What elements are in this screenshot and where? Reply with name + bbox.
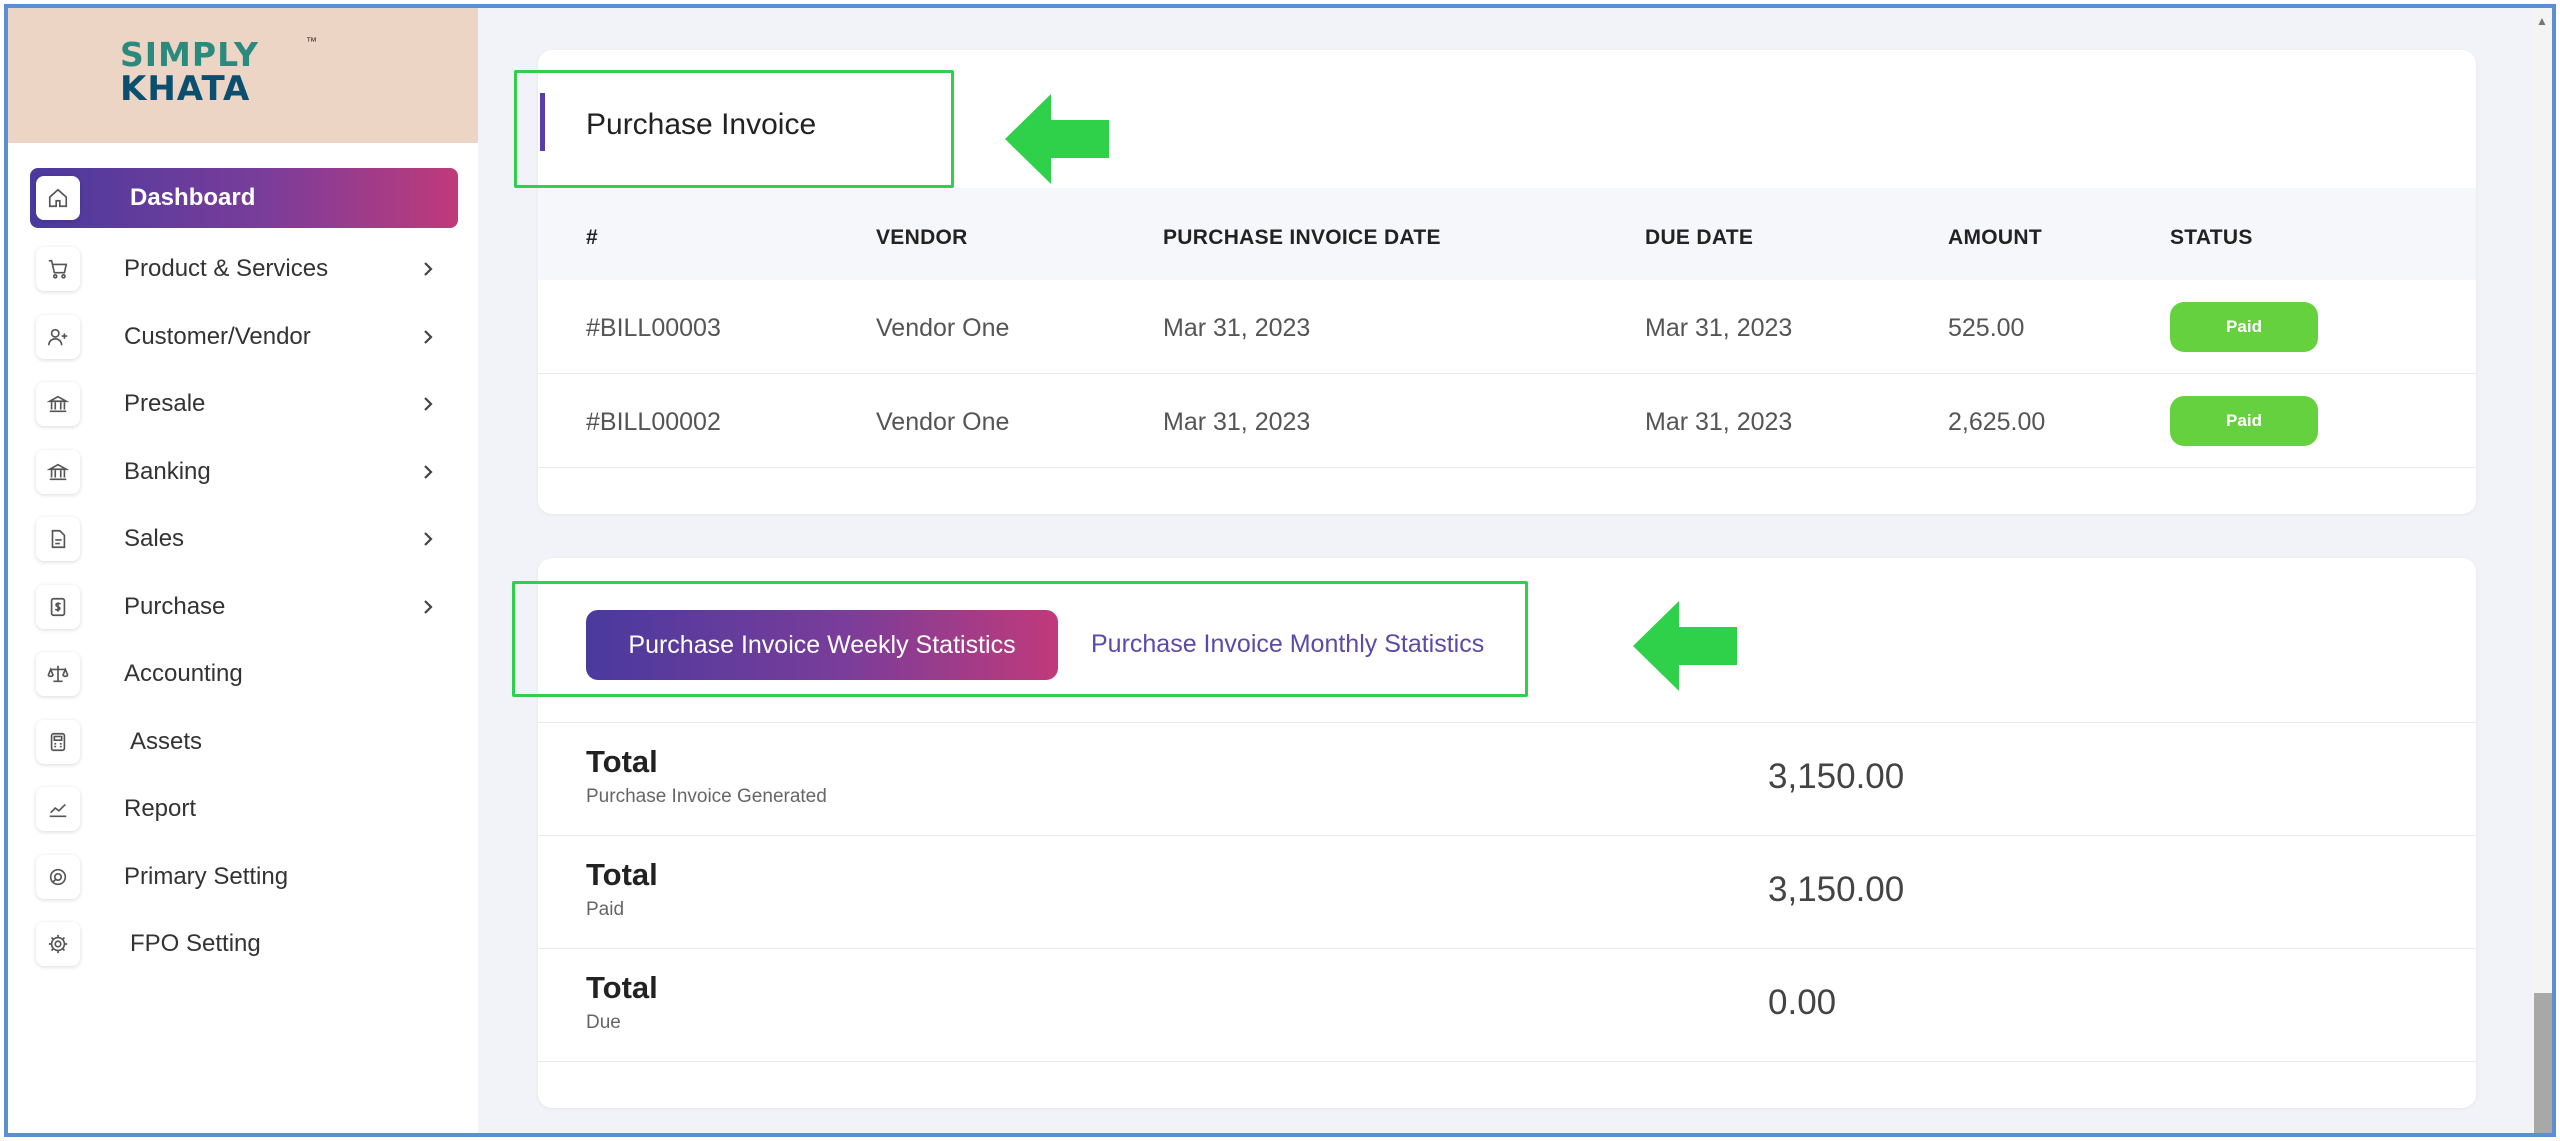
- vertical-scrollbar[interactable]: ▲: [2532, 8, 2552, 1133]
- due-date: Mar 31, 2023: [1645, 408, 1793, 436]
- column-header: #: [586, 226, 598, 249]
- sidebar-nav: Dashboard Product & Services Customer/Ve…: [30, 168, 458, 978]
- highlight-box-title: [514, 70, 954, 188]
- invoice-date: Mar 31, 2023: [1163, 408, 1311, 436]
- table-row[interactable]: #BILL00003 Vendor One Mar 31, 2023 Mar 3…: [538, 280, 2476, 374]
- sidebar-item-label: Sales: [124, 525, 185, 553]
- chevron-right-icon: [424, 532, 433, 547]
- calculator-icon: [36, 719, 80, 764]
- chevron-right-icon: [424, 262, 433, 277]
- sidebar-item-label: Accounting: [124, 660, 243, 688]
- sidebar-item-product-services[interactable]: Product & Services: [30, 236, 458, 304]
- green-arrow-left-icon: [1005, 94, 1109, 184]
- sidebar-item-primary-setting[interactable]: Primary Setting: [30, 843, 458, 911]
- scrollbar-thumb[interactable]: [2534, 993, 2552, 1133]
- sidebar: SIMPLY KHATA ™ Dashboard Product & Servi…: [8, 8, 478, 1133]
- logo-line-2: KHATA: [120, 69, 251, 109]
- bank-icon: [36, 449, 80, 494]
- highlight-box-tabs: [512, 581, 1528, 697]
- stat-label: Total: [586, 970, 658, 1005]
- stat-row-generated: Total Purchase Invoice Generated 3,150.0…: [538, 722, 2476, 835]
- logo-line-1: SIMPLY: [120, 35, 259, 74]
- sidebar-item-accounting[interactable]: Accounting: [30, 641, 458, 709]
- sidebar-item-label: Banking: [124, 457, 211, 485]
- stat-label: Total: [586, 744, 658, 779]
- sidebar-item-label: Assets: [130, 727, 203, 755]
- simply-khata-logo[interactable]: SIMPLY KHATA ™: [120, 35, 317, 118]
- column-header: STATUS: [2170, 226, 2253, 249]
- logo-area: SIMPLY KHATA ™: [8, 8, 478, 143]
- sidebar-item-customer-vendor[interactable]: Customer/Vendor: [30, 303, 458, 371]
- sidebar-item-label: Product & Services: [124, 255, 329, 283]
- sidebar-item-label: Primary Setting: [124, 862, 289, 890]
- invoice-id[interactable]: #BILL00002: [586, 408, 721, 437]
- chart-line-icon: [36, 787, 80, 832]
- column-header: AMOUNT: [1948, 226, 2042, 249]
- sidebar-item-assets[interactable]: Assets: [30, 708, 458, 776]
- chevron-right-icon: [424, 397, 433, 412]
- stat-row-paid: Total Paid 3,150.00: [538, 835, 2476, 948]
- sidebar-item-presale[interactable]: Presale: [30, 371, 458, 439]
- sidebar-item-label: Dashboard: [130, 184, 256, 211]
- stat-sublabel: Paid: [586, 899, 625, 920]
- stat-value: 0.00: [1768, 983, 1837, 1022]
- window-frame: SIMPLY KHATA ™ Dashboard Product & Servi…: [4, 4, 2556, 1137]
- sidebar-item-label: Purchase: [124, 592, 226, 620]
- cart-icon: [36, 247, 80, 292]
- chevron-right-icon: [424, 599, 433, 614]
- table-row[interactable]: #BILL00002 Vendor One Mar 31, 2023 Mar 3…: [538, 374, 2476, 468]
- sidebar-item-sales[interactable]: Sales: [30, 506, 458, 574]
- column-header: DUE DATE: [1645, 226, 1754, 249]
- sidebar-item-label: Presale: [124, 390, 206, 418]
- status-badge: Paid: [2170, 302, 2318, 352]
- settings-circle-icon: [36, 854, 80, 899]
- stat-sublabel: Purchase Invoice Generated: [586, 786, 827, 807]
- document-icon: [36, 517, 80, 562]
- sidebar-item-dashboard[interactable]: Dashboard: [30, 168, 458, 228]
- scroll-up-icon[interactable]: ▲: [2536, 14, 2552, 28]
- sidebar-item-fpo-setting[interactable]: FPO Setting: [30, 911, 458, 979]
- trademark-mark: ™: [306, 36, 317, 48]
- user-plus-icon: [36, 314, 80, 359]
- gear-icon: [36, 922, 80, 967]
- green-arrow-left-icon: [1633, 601, 1737, 691]
- chevron-right-icon: [424, 464, 433, 479]
- sidebar-item-purchase[interactable]: Purchase: [30, 573, 458, 641]
- scale-icon: [36, 652, 80, 697]
- status-badge: Paid: [2170, 396, 2318, 446]
- chevron-right-icon: [424, 329, 433, 344]
- sidebar-item-label: Customer/Vendor: [124, 322, 311, 350]
- column-header: PURCHASE INVOICE DATE: [1163, 226, 1441, 249]
- main-content: Purchase Invoice # VENDOR PURCHASE INVOI…: [478, 8, 2552, 1133]
- due-date: Mar 31, 2023: [1645, 314, 1793, 342]
- stat-value: 3,150.00: [1768, 757, 1905, 796]
- sidebar-item-banking[interactable]: Banking: [30, 438, 458, 506]
- divider: [538, 1061, 2476, 1062]
- column-header: VENDOR: [876, 226, 968, 249]
- table-header: # VENDOR PURCHASE INVOICE DATE DUE DATE …: [538, 188, 2476, 280]
- invoice-date: Mar 31, 2023: [1163, 314, 1311, 342]
- amount: 2,625.00: [1948, 408, 2046, 436]
- vendor-name: Vendor One: [876, 314, 1010, 342]
- vendor-name: Vendor One: [876, 408, 1010, 436]
- stat-value: 3,150.00: [1768, 870, 1905, 909]
- bank-icon: [36, 382, 80, 427]
- stat-sublabel: Due: [586, 1012, 621, 1033]
- home-icon: [36, 176, 80, 220]
- sidebar-item-label: FPO Setting: [130, 930, 261, 958]
- receipt-icon: [36, 584, 80, 629]
- sidebar-item-label: Report: [124, 795, 197, 823]
- amount: 525.00: [1948, 314, 2025, 342]
- stat-label: Total: [586, 857, 658, 892]
- sidebar-item-report[interactable]: Report: [30, 776, 458, 844]
- stat-row-due: Total Due 0.00: [538, 948, 2476, 1061]
- invoice-id[interactable]: #BILL00003: [586, 314, 721, 343]
